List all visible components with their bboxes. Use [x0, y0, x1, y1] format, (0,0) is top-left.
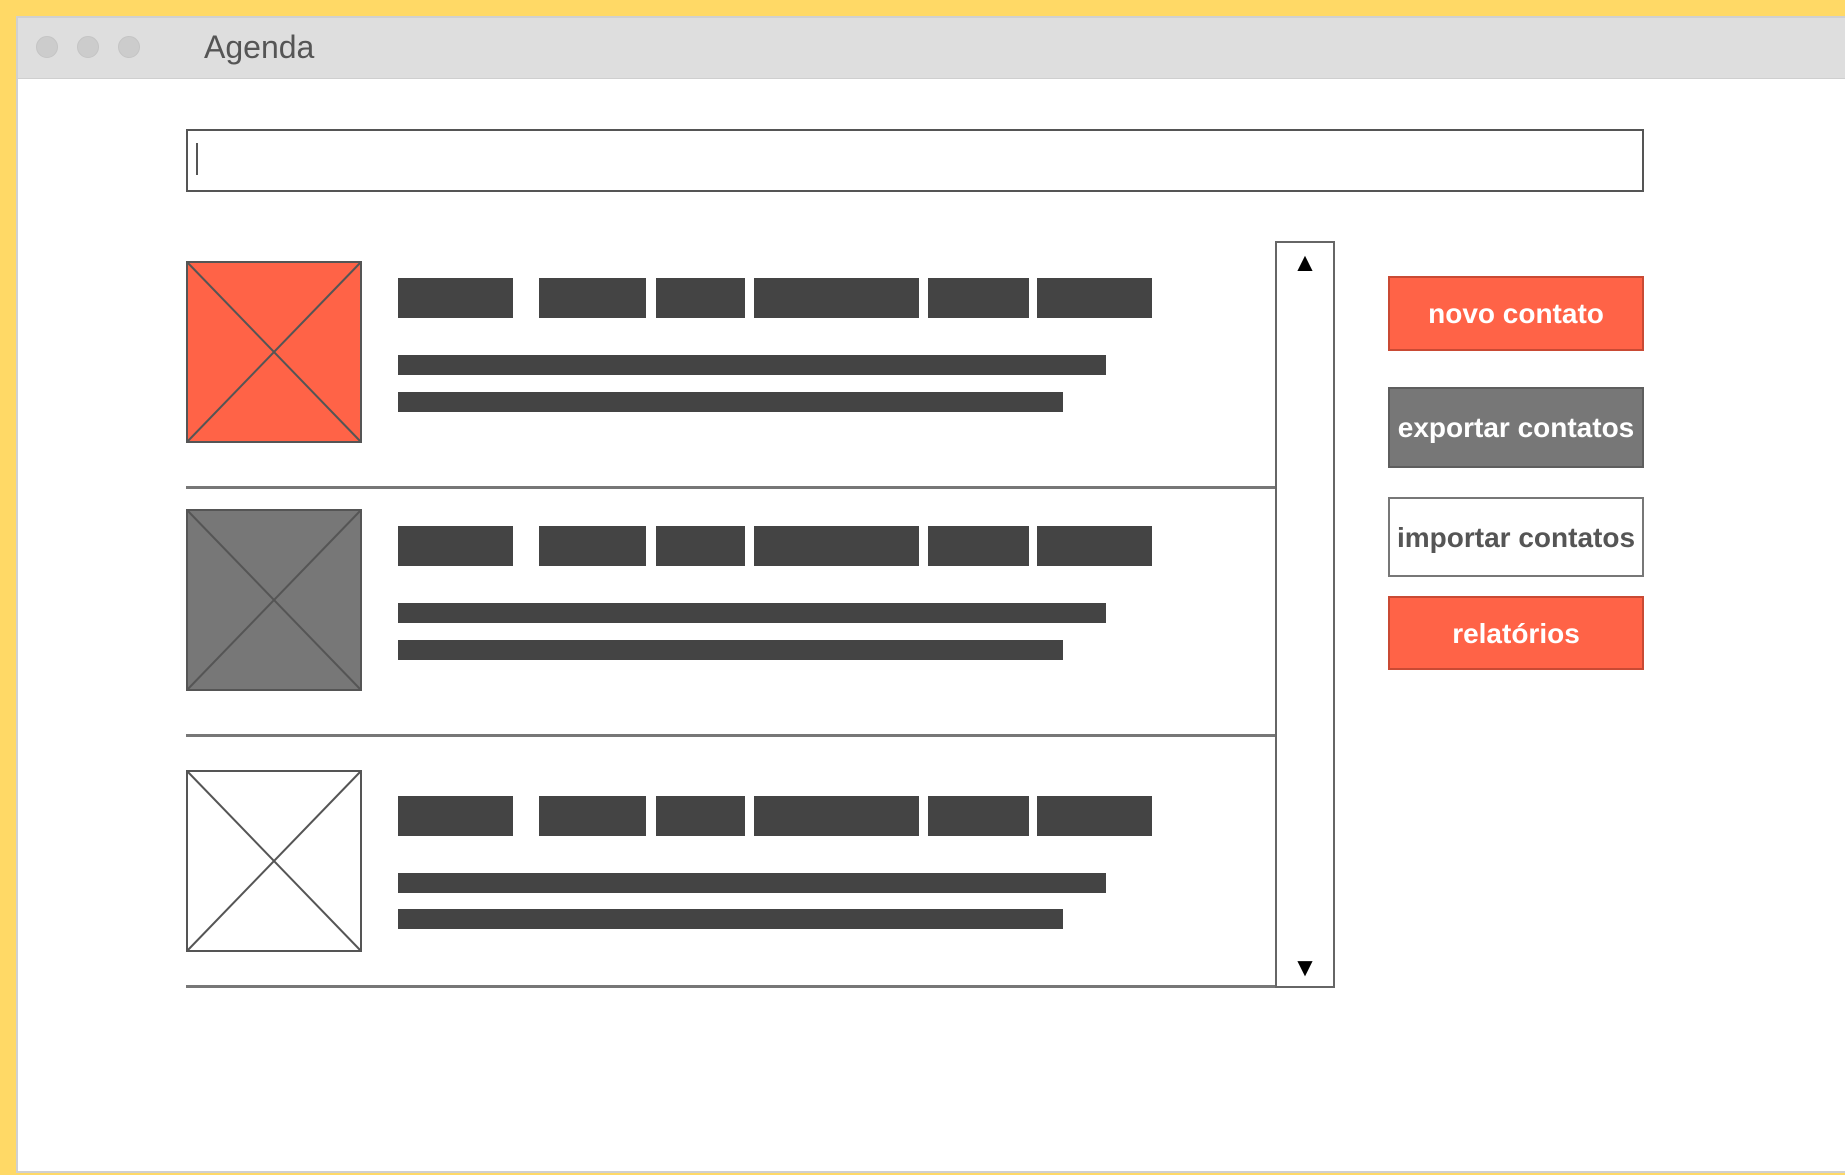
contact-name-placeholder	[928, 278, 1029, 318]
scroll-up-arrow-icon[interactable]: ▲	[1277, 247, 1333, 277]
contact-detail-line	[398, 603, 1106, 623]
contact-detail-line	[398, 640, 1063, 660]
contact-name-placeholder	[754, 278, 919, 318]
maximize-window-button[interactable]	[118, 36, 140, 58]
export-contacts-button[interactable]: exportar contatos	[1388, 387, 1644, 468]
contact-row[interactable]	[186, 737, 1276, 988]
contact-detail-line	[398, 392, 1063, 412]
contact-name-placeholder	[754, 796, 919, 836]
reports-button[interactable]: relatórios	[1388, 596, 1644, 670]
text-cursor	[196, 143, 198, 175]
contact-name-placeholder	[1037, 278, 1152, 318]
import-contacts-button[interactable]: importar contatos	[1388, 497, 1644, 577]
contact-detail-line	[398, 909, 1063, 929]
title-bar: Agenda	[18, 18, 1845, 79]
contact-name-placeholder	[656, 796, 745, 836]
contact-name-placeholder	[398, 796, 513, 836]
contact-name-placeholder	[656, 278, 745, 318]
contact-list	[186, 241, 1276, 988]
contact-row[interactable]	[186, 489, 1276, 737]
scroll-down-arrow-icon[interactable]: ▼	[1277, 952, 1333, 982]
search-input[interactable]	[186, 129, 1644, 192]
contact-name-placeholder	[398, 526, 513, 566]
contact-name-placeholder	[656, 526, 745, 566]
contact-avatar-image-icon	[186, 509, 362, 691]
contact-name-placeholder	[539, 278, 646, 318]
contact-row[interactable]	[186, 241, 1276, 489]
contact-name-placeholder	[539, 796, 646, 836]
contact-name-placeholder	[1037, 526, 1152, 566]
contact-name-placeholder	[539, 526, 646, 566]
window-title: Agenda	[204, 29, 315, 65]
contact-avatar-image-icon	[186, 770, 362, 952]
contact-name-placeholder	[398, 278, 513, 318]
contact-detail-line	[398, 355, 1106, 375]
close-window-button[interactable]	[36, 36, 58, 58]
contact-name-placeholder	[928, 526, 1029, 566]
new-contact-button[interactable]: novo contato	[1388, 276, 1644, 351]
contact-name-placeholder	[928, 796, 1029, 836]
contact-name-placeholder	[1037, 796, 1152, 836]
minimize-window-button[interactable]	[77, 36, 99, 58]
contact-avatar-image-icon	[186, 261, 362, 443]
contact-name-placeholder	[754, 526, 919, 566]
contact-detail-line	[398, 873, 1106, 893]
list-scrollbar[interactable]: ▲ ▼	[1275, 241, 1335, 988]
